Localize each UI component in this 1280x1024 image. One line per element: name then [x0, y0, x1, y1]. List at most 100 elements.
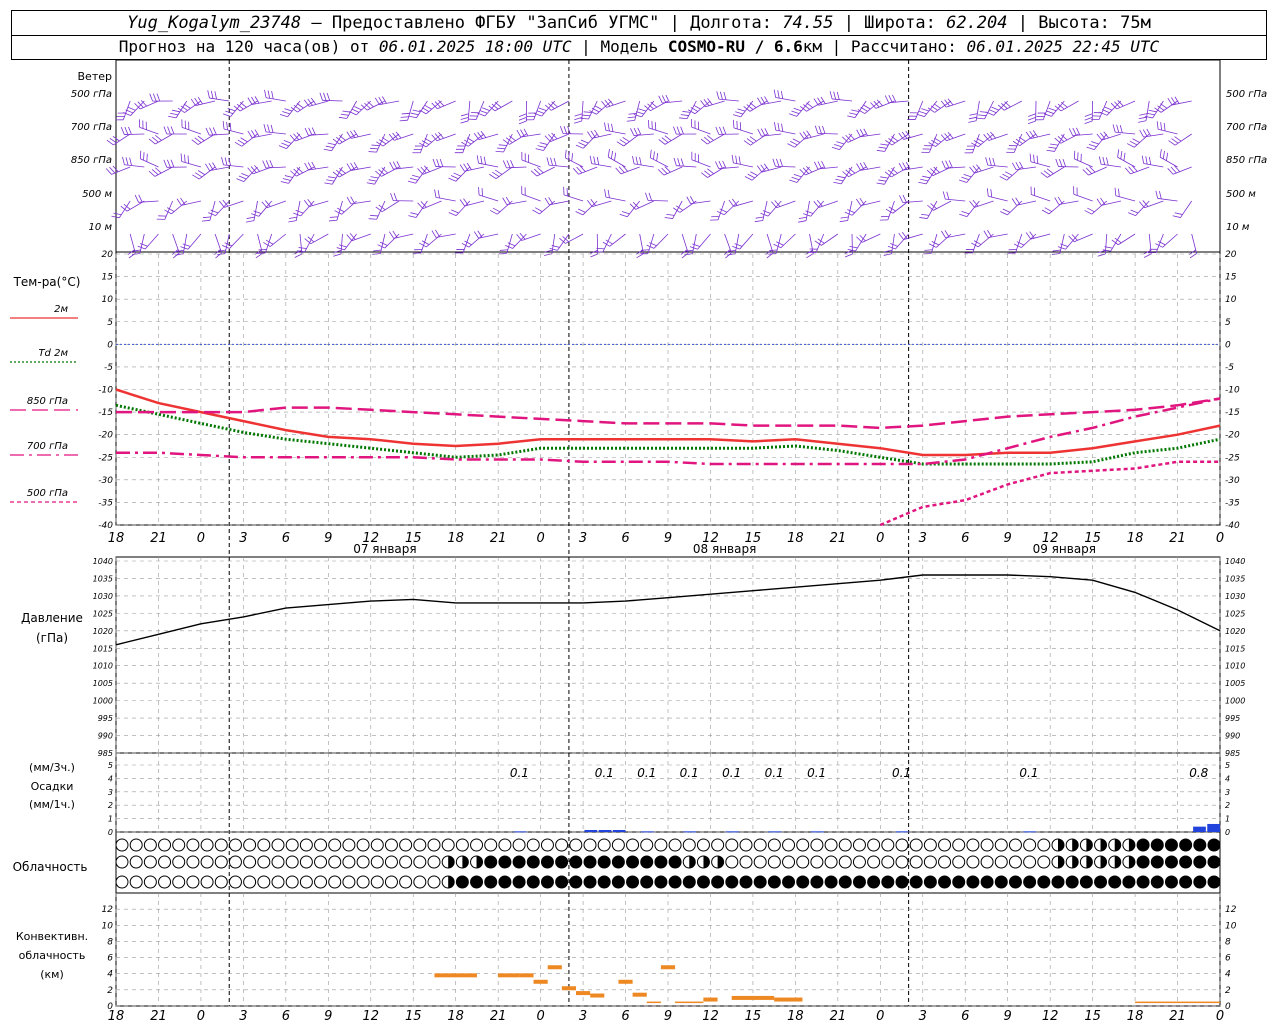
y-tick-label: 5	[1225, 318, 1231, 328]
cloud-symbol	[994, 855, 1008, 869]
wind-barb-flag	[334, 210, 342, 215]
wind-barb-flag	[731, 154, 734, 163]
cloud-symbol-overcast	[1150, 838, 1164, 852]
wind-barb-flag	[859, 129, 865, 137]
wind-barb-flag	[976, 117, 985, 120]
wind-barb-flag	[772, 158, 776, 167]
cloud-symbol	[271, 875, 285, 889]
wind-barb-flag	[757, 128, 762, 137]
wind-barb-flag	[368, 151, 377, 153]
wind-barb	[1159, 156, 1178, 168]
conv-segment	[1135, 1001, 1220, 1004]
wind-barb-flag	[122, 156, 125, 165]
precip-label: 0.1	[1019, 766, 1038, 780]
wind-barb-flag	[424, 137, 432, 143]
cloud-symbol-fill	[689, 856, 696, 868]
wind-barb-flag	[930, 105, 938, 111]
wind-barb-flag	[282, 178, 291, 181]
wind-barb-flag	[1174, 212, 1183, 215]
wind-barb-flag	[905, 130, 911, 138]
cloud-symbol-overcast	[1193, 875, 1207, 889]
wind-barb-flag	[368, 179, 377, 182]
wind-barb-flag	[859, 162, 865, 170]
wind-barb-flag	[473, 132, 480, 140]
cloud-symbol	[796, 838, 810, 852]
cloud-symbol	[696, 838, 710, 852]
y-tick-label: 15	[102, 273, 114, 283]
wind-barb-flag	[583, 111, 592, 113]
y-tick-label: -10	[1225, 386, 1240, 396]
wind-barb-flag	[409, 177, 418, 181]
wind-barb-flag	[294, 253, 303, 258]
wind-barb-flag	[435, 229, 440, 238]
cloud-symbol	[966, 838, 980, 852]
wind-barb	[650, 157, 669, 168]
wind-barb-flag	[578, 142, 586, 147]
cloud-symbol	[314, 838, 328, 852]
wind-barb-flag	[1041, 209, 1050, 215]
x-tick-label: 3	[919, 1009, 927, 1024]
y-tick-label: 1005	[93, 679, 113, 688]
x-tick-label: 9	[324, 531, 332, 546]
wind-barb-flag	[615, 167, 622, 175]
wind-barb	[394, 133, 414, 141]
wind-barb-flag	[261, 201, 268, 209]
cloud-symbol	[200, 838, 214, 852]
precip-bar	[1023, 831, 1036, 833]
wind-barb-flag	[460, 113, 469, 117]
cloud-symbol	[243, 838, 257, 852]
cloud-symbol	[413, 855, 427, 869]
wind-barb-flag	[677, 158, 681, 167]
cloud-symbol-fill	[1072, 856, 1079, 868]
y-tick-label: 6	[1225, 954, 1231, 964]
wind-barb-flag	[829, 91, 833, 100]
x-tick-label: 18	[1127, 1009, 1144, 1024]
wind-barb	[945, 198, 966, 202]
y-tick-label: 3	[108, 788, 113, 797]
wind-barb	[681, 233, 689, 254]
wind-barb-flag	[205, 127, 210, 136]
precip-unit-bottom: (мм/1ч.)	[29, 798, 75, 811]
wind-barb	[1115, 131, 1136, 135]
cloud-symbol	[938, 855, 952, 869]
cloud-symbol-overcast	[1122, 875, 1136, 889]
cloud-symbol	[952, 838, 966, 852]
cloud-symbol	[158, 875, 172, 889]
wind-barb-flag	[182, 243, 191, 247]
cloud-symbol	[399, 855, 413, 869]
wind-barb-flag	[1117, 149, 1120, 158]
temperature-panel: 20 20 15 15 10 10 5 5 0 0 -5 -5 -10 -10 -15 -15 -20 -20 -2…	[10, 250, 1240, 556]
cloud-symbol-overcast	[1164, 855, 1178, 869]
wind-barb-flag	[1167, 97, 1173, 106]
wind-barb-flag	[377, 244, 385, 249]
wind-barb-flag	[1167, 168, 1174, 175]
wind-barb-flag	[1120, 151, 1123, 160]
wind-barb-flag	[171, 109, 180, 113]
x-tick-label: 21	[830, 1009, 847, 1024]
wind-barb-flag	[983, 134, 990, 141]
y-tick-label: 10	[1225, 295, 1237, 305]
wind-barb-flag	[1068, 235, 1075, 242]
precip-label: 0.1	[510, 766, 529, 780]
wind-barb	[154, 166, 173, 177]
wind-barb-flag	[436, 158, 440, 167]
wind-barb-flag	[749, 136, 757, 142]
wind-barb-flag	[1011, 198, 1017, 206]
wind-barb	[129, 233, 136, 254]
wind-barb	[512, 233, 527, 249]
wind-barb-flag	[370, 215, 379, 217]
wind-barb-flag	[222, 121, 225, 130]
wind-barb-flag	[310, 97, 317, 105]
wind-barb-flag	[822, 125, 826, 134]
wind-barb-flag	[346, 196, 352, 205]
wind-barb-flag	[1015, 162, 1021, 170]
wind-barb	[1030, 161, 1051, 168]
x-tick-label: 12	[362, 1009, 379, 1024]
wind-barb-flag	[326, 92, 331, 101]
wind-barb	[1074, 233, 1093, 243]
wind-barb-flag	[247, 97, 253, 105]
conv-segment	[660, 965, 676, 970]
wind-barb-flag	[722, 126, 727, 135]
wind-barb-flag	[530, 170, 538, 177]
y-tick-label: 990	[98, 732, 113, 741]
